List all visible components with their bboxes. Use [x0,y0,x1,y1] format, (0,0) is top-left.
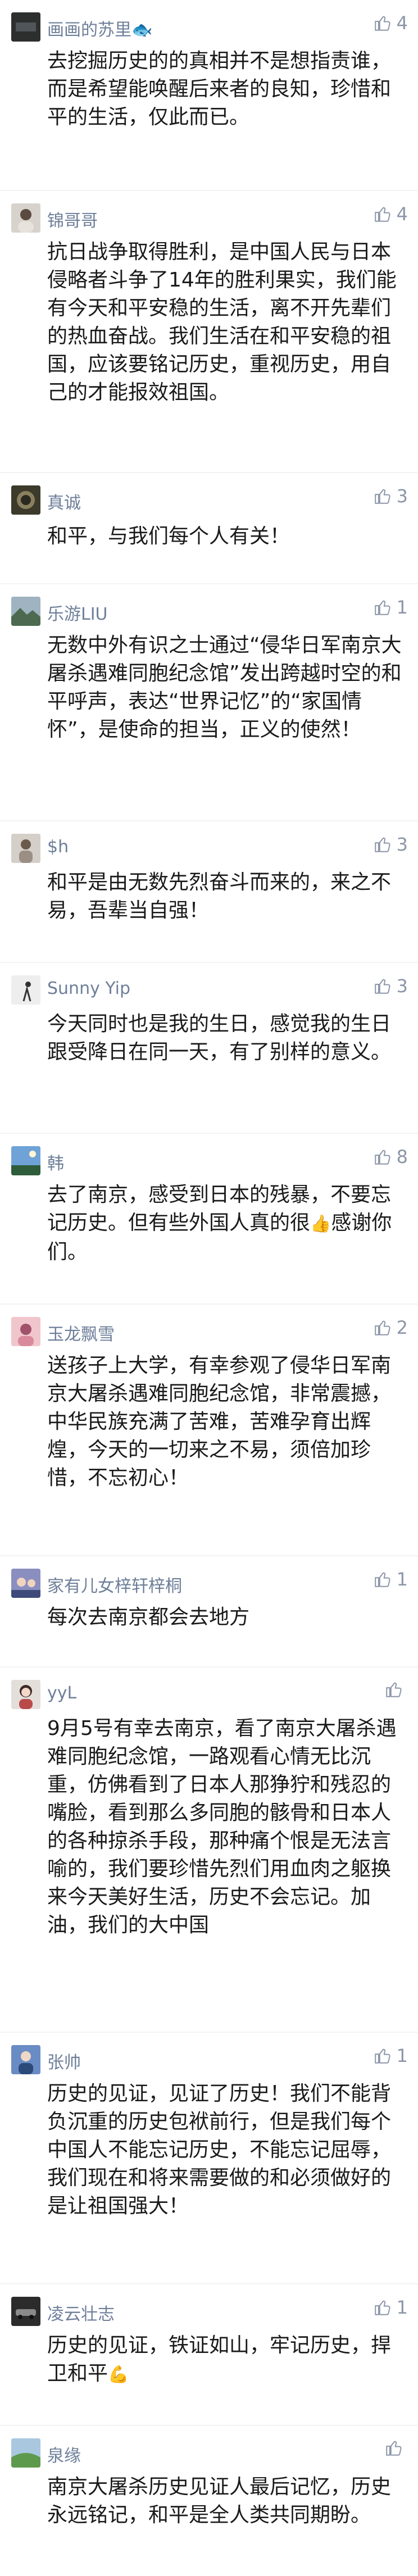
landscape-avatar-icon[interactable] [11,597,40,626]
like-count: 1 [396,597,408,618]
comment-text: 和平是由无数先烈奋斗而来的，来之不易，吾辈当自强！ [47,871,392,922]
like-button[interactable] [384,2438,408,2457]
comment-item: Sunny Yip 3 今天同时也是我的生日，感觉我的生日跟受降日在同一天，有了… [0,963,418,1133]
person-avatar-icon[interactable] [11,834,40,863]
like-button[interactable]: 4 [373,203,408,225]
like-button[interactable]: 3 [373,834,408,855]
thumbs-up-icon [374,2048,390,2064]
comment-text: 去了南京，感受到日本的残暴，不要忘记历史。但有些外国人真的很👍感谢你们。 [47,1183,392,1264]
comment-text: 和平，与我们每个人有关！ [47,525,290,548]
like-button[interactable]: 1 [373,1569,408,1590]
like-count: 3 [396,834,408,855]
thumbs-up-icon [374,837,390,852]
thumbs-up-icon [374,207,390,222]
figure-avatar-icon[interactable] [11,975,40,1005]
author-name[interactable]: yyL [47,1683,76,1703]
fish-emoji: 🐟 [131,20,153,40]
like-count: 4 [396,203,408,225]
like-button[interactable]: 1 [373,2297,408,2318]
author-name[interactable]: 泉缘 [47,2442,81,2466]
like-count: 3 [396,975,408,997]
pink-avatar-icon[interactable] [11,1317,40,1346]
comment-item: 家有儿女梓轩梓桐 1 每次去南京都会去地方 [0,1556,418,1666]
comment-text: 今天同时也是我的生日，感觉我的生日跟受降日在同一天，有了别样的意义。 [47,1012,392,1064]
like-button[interactable]: 4 [373,12,408,34]
comment-text: 抗日战争取得胜利，是中国人民与日本侵略者斗争了14年的胜利果实，我们能有今天和平… [47,240,397,404]
like-button[interactable] [384,1680,408,1699]
comment-text: 无数中外有识之士通过“侵华日军南京大屠杀遇难同胞纪念馆”发出跨越时空的和平呼声，… [47,634,402,741]
thumbs-up-icon [374,1150,390,1165]
comment-item: 韩 8 去了南京，感受到日本的残暴，不要忘记历史。但有些外国人真的很👍感谢你们。 [0,1134,418,1303]
comment-text: 南京大屠杀历史见证人最后记忆，历史永远铭记，和平是全人类共同期盼。 [47,2475,392,2527]
sky-avatar-icon[interactable] [11,1146,40,1175]
comment-text: 每次去南京都会去地方 [47,1606,250,1629]
thumbs-up-icon [374,979,390,994]
comment-item: $h 3 和平是由无数先烈奋斗而来的，来之不易，吾辈当自强！ [0,821,418,962]
portrait-avatar-icon[interactable] [11,203,40,233]
like-count: 2 [396,1317,408,1338]
thumbs-up-icon [374,2300,390,2315]
comment-text: 送孩子上大学，有幸参观了侵华日军南京大屠杀遇难同胞纪念馆，非常震撼，中华民族充满… [47,1354,392,1489]
author-name[interactable]: 玉龙飘雪 [47,1320,115,1345]
like-count: 8 [396,1146,408,1167]
like-count: 1 [396,2297,408,2318]
thumbs-up-emoji: 👍 [310,1214,331,1234]
like-button[interactable]: 1 [373,597,408,618]
comment-text: 去挖掘历史的的真相并不是想指责谁，而是希望能唤醒后来者的良知，珍惜和平的生活，仅… [47,49,392,129]
comment-item: 玉龙飘雪 2 送孩子上大学，有幸参观了侵华日军南京大屠杀遇难同胞纪念馆，非常震撼… [0,1305,418,1555]
like-count: 3 [396,485,408,507]
like-count: 1 [396,2045,408,2066]
like-button[interactable]: 2 [373,1317,408,1338]
thumbs-up-icon [374,1572,390,1587]
comment-text: 9月5号有幸去南京，看了南京大屠杀遇难同胞纪念馆，一路观看心情无比沉重，仿佛看到… [47,1717,397,1937]
like-button[interactable]: 3 [373,485,408,507]
nature-avatar-icon[interactable] [11,2438,40,2468]
author-name[interactable]: 张帅 [47,2048,81,2073]
comment-item: 锦哥哥 4 抗日战争取得胜利，是中国人民与日本侵略者斗争了14年的胜利果实，我们… [0,191,418,472]
thumbs-up-icon [374,600,390,615]
kids-avatar-icon[interactable] [11,1569,40,1598]
comment-item: 真诚 3 和平，与我们每个人有关！ [0,473,418,583]
author-name[interactable]: Sunny Yip [47,979,130,998]
comment-item: 张帅 1 历史的见证，见证了历史！我们不能背负沉重的历史包袱前行，但是我们每个中… [0,2033,418,2283]
thumbs-up-icon [386,1682,402,1697]
dark-avatar-icon[interactable] [11,12,40,42]
comment-item: 乐游LIU 1 无数中外有识之士通过“侵华日军南京大屠杀遇难同胞纪念馆”发出跨越… [0,584,418,820]
author-name[interactable]: 家有儿女梓轩梓桐 [47,1572,182,1597]
blue-avatar-icon[interactable] [11,2045,40,2074]
thumbs-up-icon [374,489,390,504]
comment-item: 泉缘 南京大屠杀历史见证人最后记忆，历史永远铭记，和平是全人类共同期盼。 [0,2426,418,2576]
like-count: 4 [396,12,408,34]
author-name[interactable]: 真诚 [47,489,81,514]
dark-car-avatar-icon[interactable] [11,2297,40,2326]
author-name[interactable]: 画画的苏里🐟 [47,16,152,40]
dark-olive-avatar-icon[interactable] [11,485,40,515]
flexed-biceps-emoji: 💪 [108,2365,129,2384]
like-button[interactable]: 8 [373,1146,408,1167]
comment-text: 历史的见证，见证了历史！我们不能背负沉重的历史包袱前行，但是我们每个中国人不能忘… [47,2082,392,2218]
like-count: 1 [396,1569,408,1590]
comment-item: 凌云壮志 1 历史的见证，铁证如山，牢记历史，捍卫和平💪 [0,2284,418,2425]
thumbs-up-icon [386,2441,402,2456]
girl-avatar-icon[interactable] [11,1680,40,1709]
author-name[interactable]: 凌云壮志 [47,2300,115,2325]
like-button[interactable]: 1 [373,2045,408,2066]
comment-item: 画画的苏里🐟 4 去挖掘历史的的真相并不是想指责谁，而是希望能唤醒后来者的良知，… [0,0,418,190]
thumbs-up-icon [374,16,390,31]
like-button[interactable]: 3 [373,975,408,997]
author-name[interactable]: 乐游LIU [47,600,108,625]
comment-feed: 画画的苏里🐟 4 去挖掘历史的的真相并不是想指责谁，而是希望能唤醒后来者的良知，… [0,0,418,2576]
author-name[interactable]: 韩 [47,1150,64,1174]
thumbs-up-icon [374,1320,390,1335]
comment-text: 历史的见证，铁证如山，牢记历史，捍卫和平💪 [47,2334,392,2385]
author-name[interactable]: 锦哥哥 [47,207,98,231]
author-name[interactable]: $h [47,837,69,857]
comment-item: yyL 9月5号有幸去南京，看了南京大屠杀遇难同胞纪念馆，一路观看心情无比沉重，… [0,1668,418,2032]
